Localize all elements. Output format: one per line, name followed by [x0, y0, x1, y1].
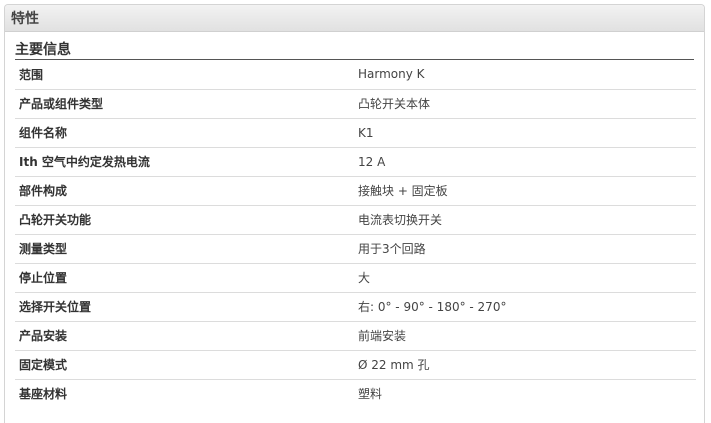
spec-label: 选择开关位置 — [15, 292, 358, 322]
spec-label: 组件名称 — [15, 118, 358, 148]
table-row: 固定模式 Ø 22 mm 孔 — [15, 350, 696, 380]
table-row: 产品或组件类型 凸轮开关本体 — [15, 89, 696, 119]
characteristics-panel: 特性 主要信息 范围 Harmony K 产品或组件类型 凸轮开关本体 组件名称 K1 It… — [4, 4, 705, 423]
table-row: 选择开关位置 右: 0° - 90° - 180° - 270° — [15, 292, 696, 322]
spec-value: 电流表切换开关 — [358, 205, 696, 235]
spec-label: 固定模式 — [15, 350, 358, 380]
panel-title: 特性 — [11, 11, 39, 27]
table-row: 范围 Harmony K — [15, 60, 696, 90]
spec-table: 范围 Harmony K 产品或组件类型 凸轮开关本体 组件名称 K1 Ith 空气中约定发… — [15, 60, 696, 408]
spec-label: Ith 空气中约定发热电流 — [15, 147, 358, 177]
spec-value: Ø 22 mm 孔 — [358, 350, 696, 380]
spec-value: 塑料 — [358, 387, 383, 402]
spec-value: 12 A — [358, 147, 696, 177]
table-row: 部件构成 接触块 + 固定板 — [15, 176, 696, 206]
section-title: 主要信息 — [15, 42, 694, 60]
spec-label: 停止位置 — [15, 263, 358, 293]
spec-label: 范围 — [15, 60, 358, 90]
spec-value: K1 — [358, 118, 696, 148]
spec-value: 凸轮开关本体 — [358, 89, 696, 119]
spec-label: 产品或组件类型 — [15, 89, 358, 119]
spec-label: 基座材料 — [19, 387, 68, 402]
table-row: 基座材料 塑料 — [15, 379, 696, 408]
table-row: 凸轮开关功能 电流表切换开关 — [15, 205, 696, 235]
table-row: 测量类型 用于3个回路 — [15, 234, 696, 264]
table-row: 停止位置大 — [15, 263, 696, 293]
spec-label: 产品安装 — [15, 321, 358, 351]
spec-value: 右: 0° - 90° - 180° - 270° — [358, 292, 696, 322]
spec-value: 用于3个回路 — [358, 234, 696, 264]
spec-value: 接触块 + 固定板 — [358, 176, 696, 206]
table-row: Ith 空气中约定发热电流 12 A — [15, 147, 696, 177]
spec-value: 大 — [358, 263, 696, 293]
panel-header: 特性 — [5, 5, 704, 32]
table-row: 组件名称 K1 — [15, 118, 696, 148]
spec-value: Harmony K — [358, 60, 696, 90]
table-row: 产品安装 前端安装 — [15, 321, 696, 351]
spec-label: 部件构成 — [15, 176, 358, 206]
spec-label: 测量类型 — [15, 234, 358, 264]
spec-label: 凸轮开关功能 — [15, 205, 358, 235]
spec-value: 前端安装 — [358, 321, 696, 351]
